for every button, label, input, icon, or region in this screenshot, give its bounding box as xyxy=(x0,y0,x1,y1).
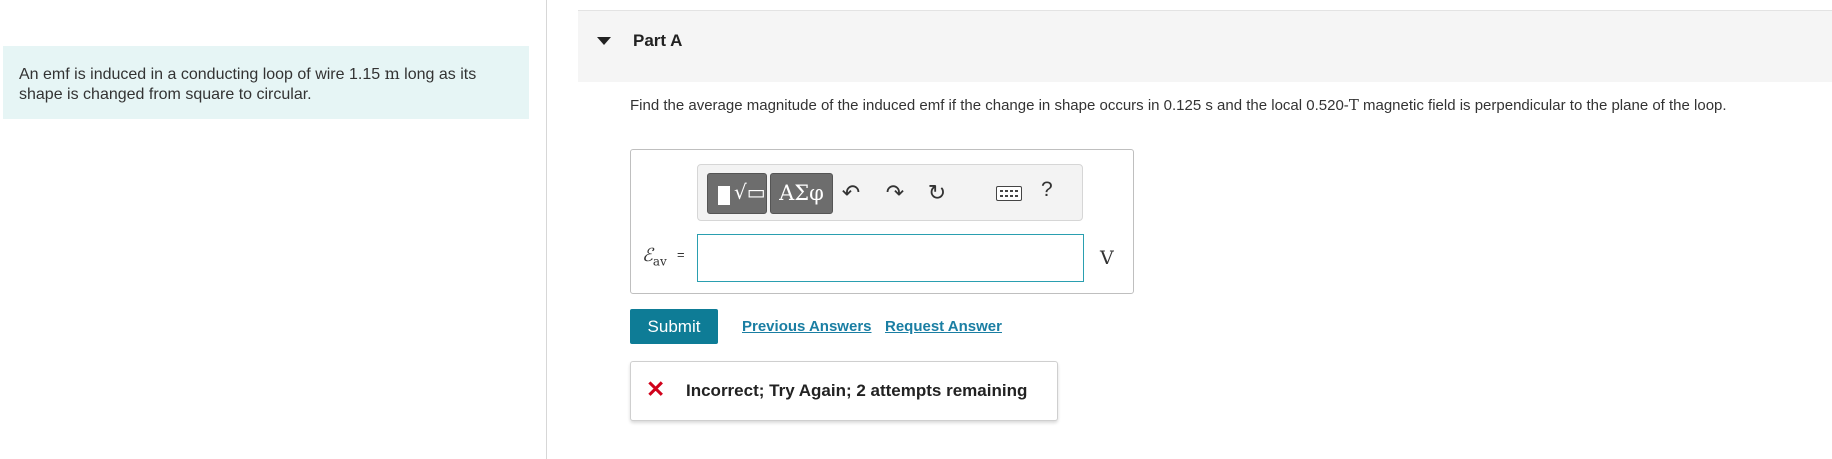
answer-input[interactable] xyxy=(697,234,1084,282)
templates-icon xyxy=(718,186,730,205)
feedback-text: Incorrect; Try Again; 2 attempts remaini… xyxy=(686,381,1028,400)
question-unit: T xyxy=(1348,96,1359,114)
redo-icon[interactable]: ↷ xyxy=(882,180,908,206)
part-header[interactable]: Part A xyxy=(578,10,1832,82)
feedback-box: ✕ Incorrect; Try Again; 2 attempts remai… xyxy=(630,361,1058,421)
answer-box: √▭ ΑΣφ ↶ ↷ ↻ ? ℰav = V xyxy=(630,149,1134,294)
request-answer-link[interactable]: Request Answer xyxy=(885,318,1002,335)
keyboard-icon[interactable] xyxy=(996,186,1022,201)
templates-button[interactable]: √▭ xyxy=(707,173,767,214)
radical-box-icon: √▭ xyxy=(734,180,766,204)
question-text: Find the average magnitude of the induce… xyxy=(630,96,1810,115)
panel-divider xyxy=(546,0,547,459)
emf-subscript: av xyxy=(652,254,667,269)
caret-down-icon[interactable] xyxy=(597,37,611,45)
question-text-end: magnetic field is perpendicular to the p… xyxy=(1358,97,1727,114)
undo-icon[interactable]: ↶ xyxy=(838,180,864,206)
submit-button[interactable]: Submit xyxy=(630,309,718,344)
problem-intro: An emf is induced in a conducting loop o… xyxy=(3,46,529,119)
problem-panel: An emf is induced in a conducting loop o… xyxy=(0,0,547,459)
reset-icon[interactable]: ↻ xyxy=(924,180,950,206)
x-icon: ✕ xyxy=(646,376,666,402)
previous-answers-link[interactable]: Previous Answers xyxy=(742,318,872,335)
emf-symbol: ℰ xyxy=(642,245,653,266)
intro-text-start: An emf is induced in a conducting loop o… xyxy=(19,66,385,83)
symbols-button[interactable]: ΑΣφ xyxy=(770,173,833,214)
math-toolbar: √▭ ΑΣφ ↶ ↷ ↻ ? xyxy=(697,164,1083,221)
intro-unit: m xyxy=(384,64,400,83)
question-text-start: Find the average magnitude of the induce… xyxy=(630,97,1349,114)
part-title: Part A xyxy=(633,31,683,50)
answer-variable-label: ℰav xyxy=(642,245,667,269)
help-button[interactable]: ? xyxy=(1041,178,1053,202)
answer-unit: V xyxy=(1100,247,1114,269)
equals-sign: = xyxy=(677,247,685,262)
